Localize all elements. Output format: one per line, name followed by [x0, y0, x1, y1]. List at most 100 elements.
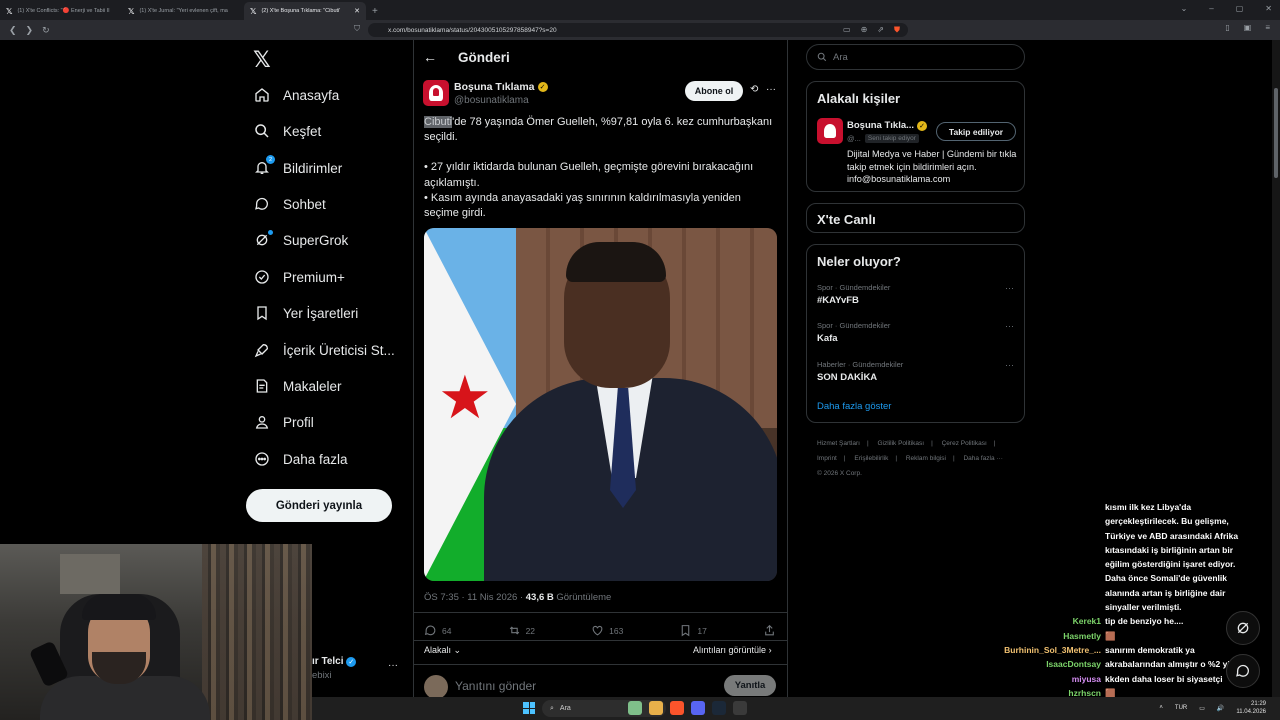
sidebar-item-more[interactable]: Daha fazla	[254, 447, 348, 471]
trend-more-icon[interactable]: ···	[1005, 321, 1014, 331]
messages-floating-button[interactable]	[1226, 654, 1260, 688]
scrollbar[interactable]	[1272, 40, 1280, 720]
author-handle[interactable]: @bosunatiklama	[454, 95, 529, 106]
obs-icon[interactable]	[733, 701, 747, 715]
discord-icon[interactable]	[691, 701, 705, 715]
footer-link[interactable]: Erişilebilirlik	[854, 455, 888, 462]
reply-action[interactable]: 64	[424, 624, 451, 637]
share-icon[interactable]: ⇗	[877, 25, 884, 35]
footer-link[interactable]: Hizmet Şartları	[817, 440, 860, 447]
chat-username[interactable]	[985, 514, 1105, 528]
reply-button[interactable]: Yanıtla	[724, 675, 776, 696]
network-icon[interactable]: ▭	[1199, 705, 1205, 712]
sidebar-item-chat[interactable]: Sohbet	[254, 192, 326, 216]
browser-tab-3[interactable]: 𝕏 (2) X'te Boşuna Tıklama: "Cibuti' ✕	[244, 2, 366, 20]
tweet-photo[interactable]: ★	[424, 228, 777, 581]
sidebar-item-articles[interactable]: Makaleler	[254, 374, 342, 398]
file-explorer-icon[interactable]	[649, 701, 663, 715]
footer-link[interactable]: Gizlilik Politikası	[878, 440, 925, 447]
back-arrow-icon[interactable]: ❮	[9, 25, 17, 36]
footer-link[interactable]: Imprint	[817, 455, 837, 462]
x-logo[interactable]: 𝕏	[253, 47, 271, 73]
reload-icon[interactable]: ↻	[42, 25, 50, 36]
sidebar-item-bookmarks[interactable]: Yer İşaretleri	[254, 301, 358, 325]
following-button[interactable]: Takip ediliyor	[936, 122, 1016, 141]
reply-input[interactable]: Yanıtını gönder	[455, 679, 536, 693]
new-tab-icon[interactable]: +	[372, 6, 378, 17]
view-quotes-link[interactable]: Alıntıları görüntüle ›	[693, 645, 772, 655]
sidebar-item-profile[interactable]: Profil	[254, 410, 314, 434]
account-more-icon[interactable]: ···	[388, 660, 398, 671]
chat-username[interactable]	[985, 543, 1105, 557]
chat-username[interactable]	[985, 500, 1105, 514]
like-action[interactable]: 163	[591, 624, 623, 637]
extensions-icon[interactable]: ▣	[1244, 23, 1252, 32]
scroll-thumb[interactable]	[1274, 88, 1278, 178]
browser-tab-1[interactable]: 𝕏 (1) X'te Conflicts: "🔴 Enerji ve Tabii…	[0, 2, 122, 20]
chat-username[interactable]: miyusa	[985, 672, 1105, 686]
post-button[interactable]: Gönderi yayınla	[246, 489, 392, 522]
chat-username[interactable]: Burhinin_Sol_3Metre_...	[985, 643, 1105, 657]
sidebar-item-notifications[interactable]: 2 Bildirimler	[254, 155, 342, 180]
repost-action[interactable]: 22	[508, 624, 535, 637]
subscribe-button[interactable]: Abone ol	[685, 81, 743, 101]
chat-username[interactable]: Hasmetly	[985, 629, 1105, 643]
close-window-icon[interactable]: ✕	[1265, 4, 1272, 13]
url-field[interactable]: x.com/bosunatiklama/status/2043005105297…	[368, 23, 908, 37]
chat-username[interactable]	[985, 571, 1105, 585]
share-action[interactable]	[763, 624, 776, 637]
zoom-icon[interactable]: ⊕	[861, 25, 868, 35]
tabs-dropdown-icon[interactable]: ⌄	[1181, 4, 1188, 13]
trend-item[interactable]: Haberler · Gündemdekiler SON DAKİKA	[817, 360, 903, 383]
steam-icon[interactable]	[712, 701, 726, 715]
author-name[interactable]: Boşuna Tıklama ✓	[454, 81, 548, 93]
related-sort[interactable]: Alakalı ⌄	[424, 645, 461, 656]
related-avatar[interactable]	[817, 118, 843, 144]
footer-link[interactable]: Çerez Politikası	[942, 440, 987, 447]
live-card[interactable]: X'te Canlı	[806, 203, 1025, 233]
brave-shield-icon[interactable]: ⛊	[894, 25, 900, 35]
grok-icon[interactable]: ⟲	[750, 84, 758, 95]
back-arrow-icon[interactable]: ←	[423, 49, 437, 65]
trend-item[interactable]: Spor · Gündemdekiler Kafa	[817, 321, 890, 344]
author-avatar[interactable]	[423, 80, 449, 106]
more-options-icon[interactable]: ···	[766, 84, 776, 95]
sidebar-toggle-icon[interactable]: ▯	[1225, 23, 1229, 32]
brave-browser-icon[interactable]	[670, 701, 684, 715]
language-indicator[interactable]: TUR	[1175, 705, 1187, 711]
close-tab-icon[interactable]: ✕	[354, 7, 360, 15]
bookmark-page-icon[interactable]: ⛉	[354, 24, 360, 34]
volume-icon[interactable]: 🔊	[1217, 705, 1224, 712]
show-more-link[interactable]: Daha fazla göster	[817, 401, 891, 412]
sidebar-item-supergrok[interactable]: SuperGrok	[254, 228, 348, 252]
forward-arrow-icon[interactable]: ❯	[26, 25, 34, 36]
widget-icon[interactable]	[628, 701, 642, 715]
minimize-icon[interactable]: –	[1209, 4, 1213, 13]
trend-more-icon[interactable]: ···	[1005, 360, 1014, 370]
footer-link[interactable]: Daha fazla ···	[963, 455, 1002, 462]
browser-tab-2[interactable]: 𝕏 (1) X'te Jurnal: "Yeri evlenen çift, m…	[122, 2, 244, 20]
chat-username[interactable]	[985, 586, 1105, 600]
bookmark-action[interactable]: 17	[679, 624, 707, 637]
cast-icon[interactable]: ▭	[843, 25, 851, 35]
chat-username[interactable]: IsaacDontsay	[985, 657, 1105, 671]
related-name[interactable]: Boşuna Tıkla... ✓	[847, 120, 928, 131]
chat-username[interactable]: Kerek1	[985, 614, 1105, 628]
chat-username[interactable]	[985, 600, 1105, 614]
clock[interactable]: 21:29 11.04.2026	[1236, 700, 1266, 716]
chat-username[interactable]	[985, 557, 1105, 571]
tray-chevron-icon[interactable]: ˄	[1159, 705, 1163, 711]
maximize-icon[interactable]: ▢	[1236, 4, 1244, 13]
account-name[interactable]: ır Telci ✓	[312, 656, 357, 667]
chat-username[interactable]	[985, 529, 1105, 543]
trend-more-icon[interactable]: ···	[1005, 283, 1014, 293]
sidebar-item-home[interactable]: Anasayfa	[254, 83, 339, 107]
sidebar-item-explore[interactable]: Keşfet	[254, 119, 321, 143]
menu-icon[interactable]: ≡	[1265, 23, 1270, 32]
trend-item[interactable]: Spor · Gündemdekiler #KAYvFB	[817, 283, 890, 306]
footer-link[interactable]: Reklam bilgisi	[906, 455, 946, 462]
grok-floating-button[interactable]	[1226, 611, 1260, 645]
tweet-time[interactable]: ÖS 7:35 · 11 Nis 2026 ·	[424, 592, 526, 603]
sidebar-item-premium[interactable]: Premium+	[254, 265, 345, 289]
windows-start-icon[interactable]	[523, 702, 535, 714]
